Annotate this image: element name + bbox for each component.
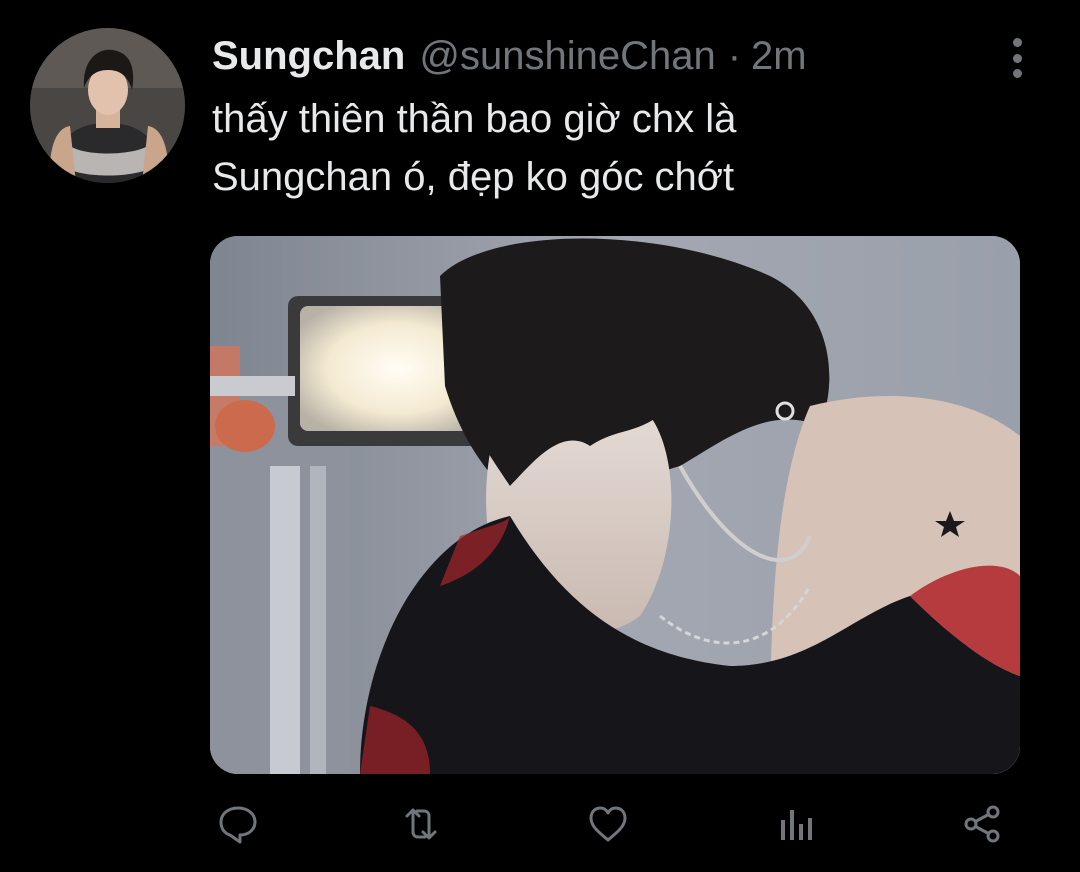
- heart-icon: [589, 806, 627, 842]
- separator-dot: ·: [727, 34, 742, 78]
- tweet-media-photo[interactable]: [210, 236, 1020, 774]
- tweet-actions: [210, 800, 1020, 848]
- analytics-icon: [781, 810, 812, 840]
- photo-image: [210, 236, 1020, 774]
- share-icon: [964, 805, 1000, 843]
- retweet-button[interactable]: [397, 800, 445, 848]
- timestamp[interactable]: 2m: [751, 34, 807, 79]
- tweet-text-line: Sungchan ó, đẹp ko góc chớt: [212, 155, 735, 199]
- views-button[interactable]: [771, 800, 819, 848]
- like-button[interactable]: [584, 800, 632, 848]
- retweet-icon: [405, 808, 437, 840]
- more-dot: [1012, 38, 1022, 47]
- more-options-icon[interactable]: [1004, 38, 1030, 78]
- author-display-name[interactable]: Sungchan: [212, 34, 405, 79]
- share-button[interactable]: [958, 800, 1006, 848]
- tweet-text: thấy thiên thần bao giờ chx là Sungchan …: [212, 90, 1032, 206]
- more-dot: [1012, 53, 1022, 63]
- author-handle[interactable]: @sunshineChan: [419, 34, 715, 79]
- avatar-photo: [30, 28, 185, 183]
- tweet-header: Sungchan @sunshineChan · 2m: [212, 34, 807, 84]
- tweet[interactable]: Sungchan @sunshineChan · 2m thấy thiên t…: [0, 0, 1080, 872]
- reply-button[interactable]: [214, 800, 262, 848]
- user-avatar[interactable]: [30, 28, 185, 183]
- reply-icon: [219, 806, 257, 844]
- more-dot: [1012, 69, 1022, 78]
- tweet-text-line: thấy thiên thần bao giờ chx là: [212, 97, 737, 141]
